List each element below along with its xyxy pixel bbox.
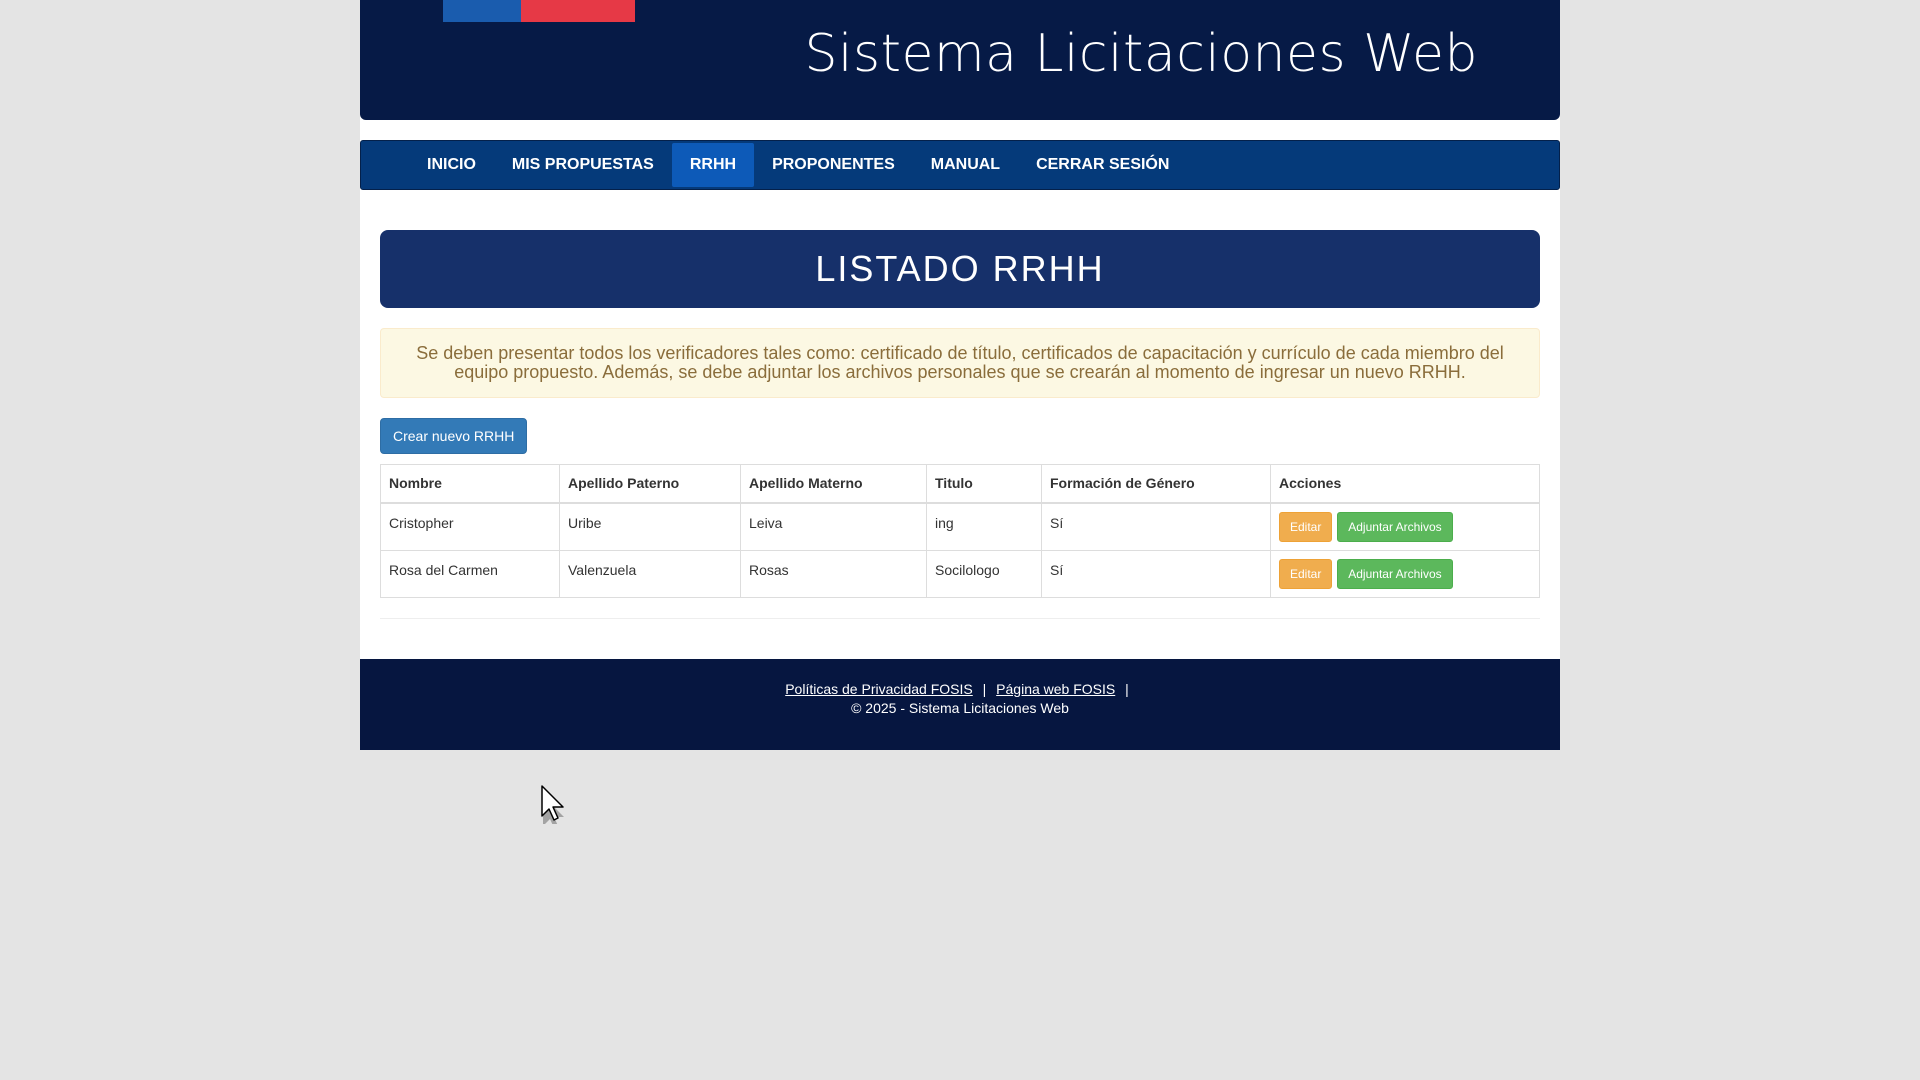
copyright-text: © 2025 - Sistema Licitaciones Web [851, 699, 1069, 716]
nav-item-inicio[interactable]: INICIO [409, 143, 494, 187]
cell-apellido-materno: Rosas [740, 549, 927, 598]
create-rrhh-button[interactable]: Crear nuevo RRHH [380, 418, 528, 454]
cell-formacion-genero: Sí [1041, 502, 1271, 551]
column-header-apellido-paterno: Apellido Paterno [559, 464, 741, 504]
nav-item-cerrar-sesion[interactable]: CERRAR SESIÓN [1018, 143, 1187, 187]
cell-acciones: Editar Adjuntar Archivos [1270, 549, 1540, 598]
cell-acciones: Editar Adjuntar Archivos [1270, 502, 1540, 551]
footer: Políticas de Privacidad FOSIS | Página w… [360, 658, 1560, 750]
column-header-apellido-materno: Apellido Materno [740, 464, 927, 504]
page-container: Sistema Licitaciones Web INICIO MIS PROP… [360, 0, 1560, 750]
header-banner: Sistema Licitaciones Web [360, 0, 1560, 120]
main-content: LISTADO RRHH Se deben presentar todos lo… [360, 190, 1560, 619]
site-title: Sistema Licitaciones Web [804, 24, 1478, 84]
nav-item-manual[interactable]: MANUAL [913, 143, 1018, 187]
cell-titulo: ing [926, 502, 1042, 551]
cell-apellido-paterno: Valenzuela [559, 549, 741, 598]
column-header-acciones: Acciones [1270, 464, 1540, 504]
nav-item-mis-propuestas[interactable]: MIS PROPUESTAS [494, 143, 672, 187]
column-header-nombre: Nombre [380, 464, 560, 504]
cell-nombre: Cristopher [380, 502, 560, 551]
attach-files-button[interactable]: Adjuntar Archivos [1337, 558, 1453, 589]
cell-titulo: Socilologo [926, 549, 1042, 598]
column-header-titulo: Titulo [926, 464, 1042, 504]
cell-apellido-materno: Leiva [740, 502, 927, 551]
flag-blue-stripe [443, 0, 523, 22]
column-header-formacion-genero: Formación de Género [1041, 464, 1271, 504]
mouse-pointer-icon [541, 785, 564, 824]
table-header-row: Nombre Apellido Paterno Apellido Materno… [380, 464, 1540, 504]
edit-button[interactable]: Editar [1279, 558, 1333, 589]
main-nav: INICIO MIS PROPUESTAS RRHH PROPONENTES M… [360, 140, 1560, 190]
fosis-website-link[interactable]: Página web FOSIS [996, 681, 1115, 697]
nav-item-proponentes[interactable]: PROPONENTES [754, 143, 913, 187]
privacy-policy-link[interactable]: Políticas de Privacidad FOSIS [785, 681, 973, 697]
nav-item-rrhh[interactable]: RRHH [671, 143, 755, 187]
table-row: Cristopher Uribe Leiva ing Sí Editar Adj… [380, 502, 1540, 551]
footer-separator: | [982, 680, 987, 697]
cell-formacion-genero: Sí [1041, 549, 1271, 598]
edit-button[interactable]: Editar [1279, 511, 1333, 542]
footer-links: Políticas de Privacidad FOSIS | Página w… [360, 681, 1560, 697]
cell-nombre: Rosa del Carmen [380, 549, 560, 598]
flag-red-stripe [521, 0, 635, 22]
footer-separator: | [1125, 680, 1129, 697]
page-title: LISTADO RRHH [380, 230, 1540, 308]
attach-files-button[interactable]: Adjuntar Archivos [1337, 511, 1453, 542]
cell-apellido-paterno: Uribe [559, 502, 741, 551]
rrhh-table: Nombre Apellido Paterno Apellido Materno… [380, 464, 1540, 598]
table-row: Rosa del Carmen Valenzuela Rosas Socilol… [380, 549, 1540, 598]
info-alert: Se deben presentar todos los verificador… [380, 328, 1540, 398]
content-divider [380, 617, 1540, 619]
